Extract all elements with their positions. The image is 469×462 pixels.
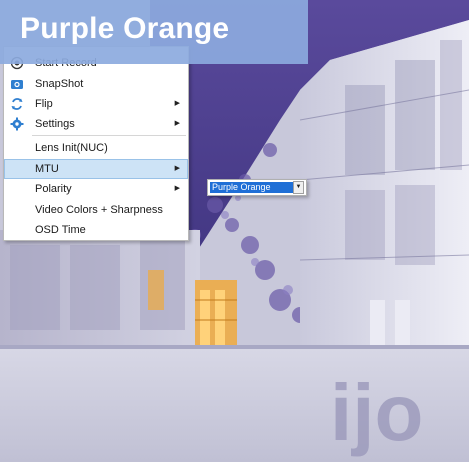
- menu-item-polarity[interactable]: Polarity ▶: [4, 179, 188, 199]
- menu-item-label: Video Colors + Sharpness: [35, 204, 163, 216]
- thermal-viewer: ijo Purple Orange Start Record SnapShot: [0, 0, 469, 462]
- camera-icon: [11, 80, 23, 89]
- palette-title-banner: Purple Orange: [0, 0, 308, 64]
- menu-item-flip[interactable]: Flip ▶: [4, 94, 188, 114]
- wall-sign: ijo: [330, 368, 423, 457]
- menu-separator: [32, 135, 186, 136]
- menu-item-label: MTU: [35, 163, 59, 175]
- palette-title: Purple Orange: [20, 12, 230, 45]
- palette-select[interactable]: Purple Orange: [210, 182, 293, 193]
- menu-item-label: OSD Time: [35, 224, 86, 236]
- menu-item-label: Settings: [35, 118, 75, 130]
- menu-item-video-colors[interactable]: Video Colors + Sharpness: [4, 200, 188, 220]
- submenu-arrow-icon: ▶: [174, 185, 180, 192]
- submenu-arrow-icon: ▶: [174, 120, 180, 127]
- mtu-submenu: Purple Orange ▼: [207, 179, 307, 196]
- menu-item-settings[interactable]: Settings ▶: [4, 114, 188, 134]
- menu-item-label: Polarity: [35, 183, 72, 195]
- submenu-arrow-icon: ▶: [174, 165, 180, 172]
- gear-icon: [10, 117, 24, 131]
- menu-item-label: Lens Init(NUC): [35, 142, 108, 154]
- menu-item-mtu[interactable]: MTU ▶: [4, 159, 188, 179]
- submenu-arrow-icon: ▶: [174, 100, 180, 107]
- context-menu: Start Record SnapShot Flip ▶: [3, 46, 189, 241]
- menu-item-label: Flip: [35, 98, 53, 110]
- menu-item-label: SnapShot: [35, 78, 84, 90]
- chevron-down-icon[interactable]: ▼: [293, 181, 304, 194]
- menu-item-snapshot[interactable]: SnapShot: [4, 74, 188, 94]
- menu-item-osd-time[interactable]: OSD Time: [4, 220, 188, 240]
- flip-icon: [11, 98, 23, 110]
- menu-item-lens-init[interactable]: Lens Init(NUC): [4, 138, 188, 158]
